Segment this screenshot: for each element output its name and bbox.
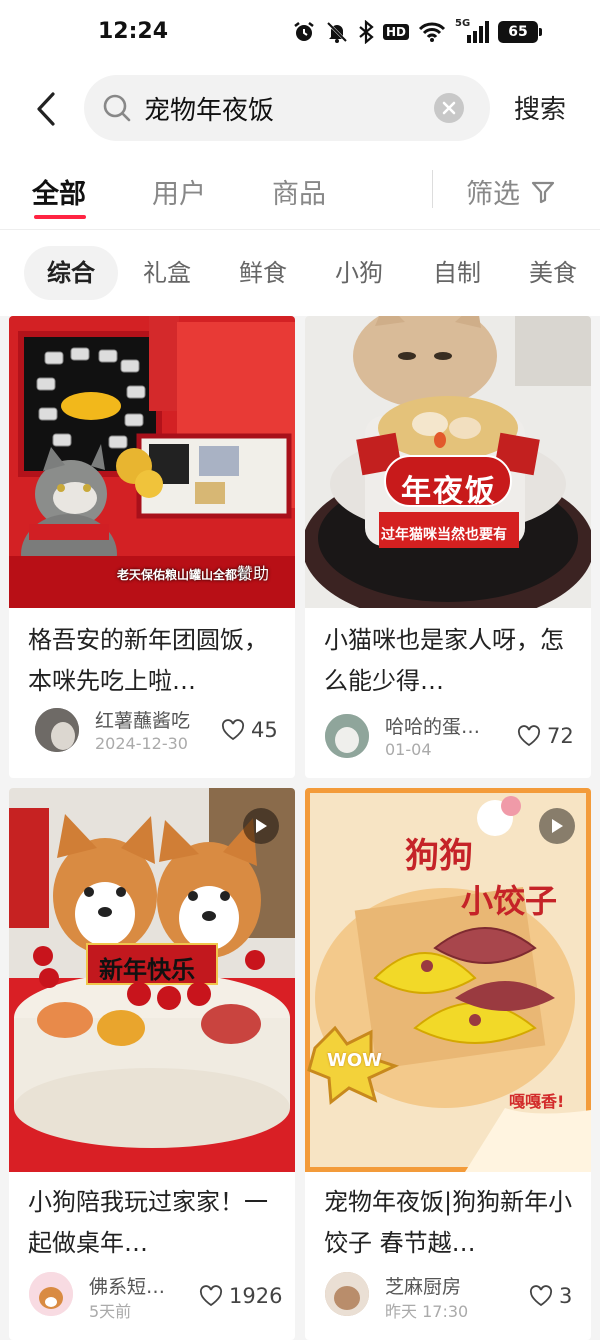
chip-gift-box[interactable]: 礼盒 (132, 246, 202, 300)
play-icon (256, 819, 267, 833)
mute-bell-icon (326, 21, 348, 43)
tab-divider (432, 170, 433, 208)
sponsored-sticker: 赞助 (237, 564, 270, 583)
post-author[interactable]: 芝麻厨房 (385, 1272, 461, 1299)
image-caption: 老天保佑粮山罐山全都有 (117, 568, 250, 582)
like-count: 1926 (229, 1284, 283, 1308)
post-card[interactable]: 老天保佑粮山罐山全都有 赞助 格吾安的新年团圆饭，本咪先吃上啦… 红薯蘸酱吃 2… (9, 316, 295, 778)
battery-icon: 65 (498, 21, 543, 43)
filter-funnel-icon (531, 181, 555, 203)
status-icons: HD 5G 65 (292, 18, 543, 44)
image-headline: 小饺子 (461, 882, 558, 920)
post-card[interactable]: 狗狗 小饺子 WOW 嘎嘎香! 宠物年夜饭|狗狗新年小饺子 春节越… 芝麻厨房 … (305, 788, 591, 1340)
search-submit-button[interactable]: 搜索 (514, 89, 566, 126)
avatar-cat-image (325, 714, 369, 758)
search-input[interactable]: 宠物年夜饭 (84, 75, 490, 141)
like-count: 72 (547, 724, 574, 748)
avatar-pet-image (325, 1272, 369, 1316)
back-arrow-icon (37, 92, 55, 126)
image-caption: 过年猫咪当然也要有 (381, 527, 507, 543)
like-button[interactable]: 45 (221, 718, 278, 742)
heart-icon (517, 725, 541, 747)
play-icon (552, 819, 563, 833)
post-title: 格吾安的新年团圆饭，本咪先吃上啦… (28, 626, 268, 695)
bluetooth-icon (359, 20, 374, 44)
post-image: 狗狗 小饺子 WOW 嘎嘎香! (305, 788, 591, 1172)
image-tag: 嘎嘎香! (509, 1092, 565, 1111)
image-banner: 年夜饭 (401, 474, 497, 509)
search-query: 宠物年夜饭 (144, 96, 275, 126)
search-icon (103, 94, 131, 122)
category-chips: 综合 礼盒 鲜食 小狗 自制 美食 (0, 232, 600, 316)
video-play-button[interactable] (243, 808, 279, 844)
chip-food[interactable]: 美食 (518, 246, 588, 300)
wifi-icon (418, 22, 446, 42)
post-date: 5天前 (89, 1302, 132, 1321)
clear-search-button[interactable] (434, 93, 464, 123)
hd-badge: HD (383, 24, 410, 40)
heart-icon (529, 1285, 553, 1307)
filter-button[interactable]: 筛选 (466, 172, 556, 211)
post-image: 年夜饭 过年猫咪当然也要有 (305, 316, 591, 608)
tab-users[interactable]: 用户 (152, 172, 206, 211)
post-title: 宠物年夜饭|狗狗新年小饺子 春节越… (324, 1188, 573, 1257)
chip-fresh-food[interactable]: 鲜食 (228, 246, 298, 300)
cat-hotpot-illustration (305, 316, 591, 608)
heart-icon (199, 1285, 223, 1307)
image-badge: WOW (327, 1050, 383, 1071)
like-button[interactable]: 1926 (199, 1284, 282, 1308)
avatar[interactable] (29, 1272, 73, 1316)
image-sign: 新年快乐 (99, 956, 195, 984)
status-bar: 12:24 HD 5G 65 (0, 0, 600, 68)
tab-all[interactable]: 全部 (32, 172, 86, 211)
post-date: 01-04 (385, 740, 432, 759)
post-image: 老天保佑粮山罐山全都有 赞助 (9, 316, 295, 608)
image-headline: 狗狗 (405, 836, 473, 876)
chip-homemade[interactable]: 自制 (422, 246, 492, 300)
avatar-cat-image (35, 708, 79, 752)
post-author[interactable]: 佛系短… (89, 1272, 165, 1299)
post-author[interactable]: 红薯蘸酱吃 (95, 706, 190, 733)
chip-puppy[interactable]: 小狗 (324, 246, 394, 300)
post-card[interactable]: 年夜饭 过年猫咪当然也要有 小猫咪也是家人呀，怎么能少得… 哈哈的蛋… 01-0… (305, 316, 591, 778)
active-tab-indicator (34, 215, 86, 219)
post-date: 2024-12-30 (95, 734, 188, 753)
avatar[interactable] (325, 714, 369, 758)
like-count: 45 (251, 718, 278, 742)
video-play-button[interactable] (539, 808, 575, 844)
like-button[interactable]: 3 (529, 1284, 572, 1308)
heart-icon (221, 719, 245, 741)
battery-level: 65 (508, 24, 528, 40)
alarm-icon (294, 22, 314, 41)
post-title: 小狗陪我玩过家家！一起做桌年… (28, 1188, 268, 1257)
tab-products[interactable]: 商品 (272, 172, 326, 211)
chip-comprehensive[interactable]: 综合 (24, 246, 118, 300)
back-button[interactable] (26, 84, 66, 134)
like-count: 3 (559, 1284, 573, 1308)
post-date: 昨天 17:30 (385, 1302, 469, 1321)
post-author[interactable]: 哈哈的蛋… (385, 712, 480, 739)
like-button[interactable]: 72 (517, 724, 574, 748)
post-image: 新年快乐 (9, 788, 295, 1172)
result-type-tabs: 全部 用户 商品 筛选 (0, 160, 600, 230)
avatar[interactable] (325, 1272, 369, 1316)
filter-label: 筛选 (466, 179, 520, 210)
signal-icon: 5G (455, 18, 490, 44)
status-time: 12:24 (98, 19, 169, 44)
post-title: 小猫咪也是家人呀，怎么能少得… (324, 626, 564, 695)
close-icon (442, 101, 456, 115)
post-card[interactable]: 新年快乐 小狗陪我玩过家家！一起做桌年… 佛系短… 5天前 1926 (9, 788, 295, 1340)
avatar[interactable] (35, 708, 79, 752)
avatar-dog-image (29, 1272, 73, 1316)
